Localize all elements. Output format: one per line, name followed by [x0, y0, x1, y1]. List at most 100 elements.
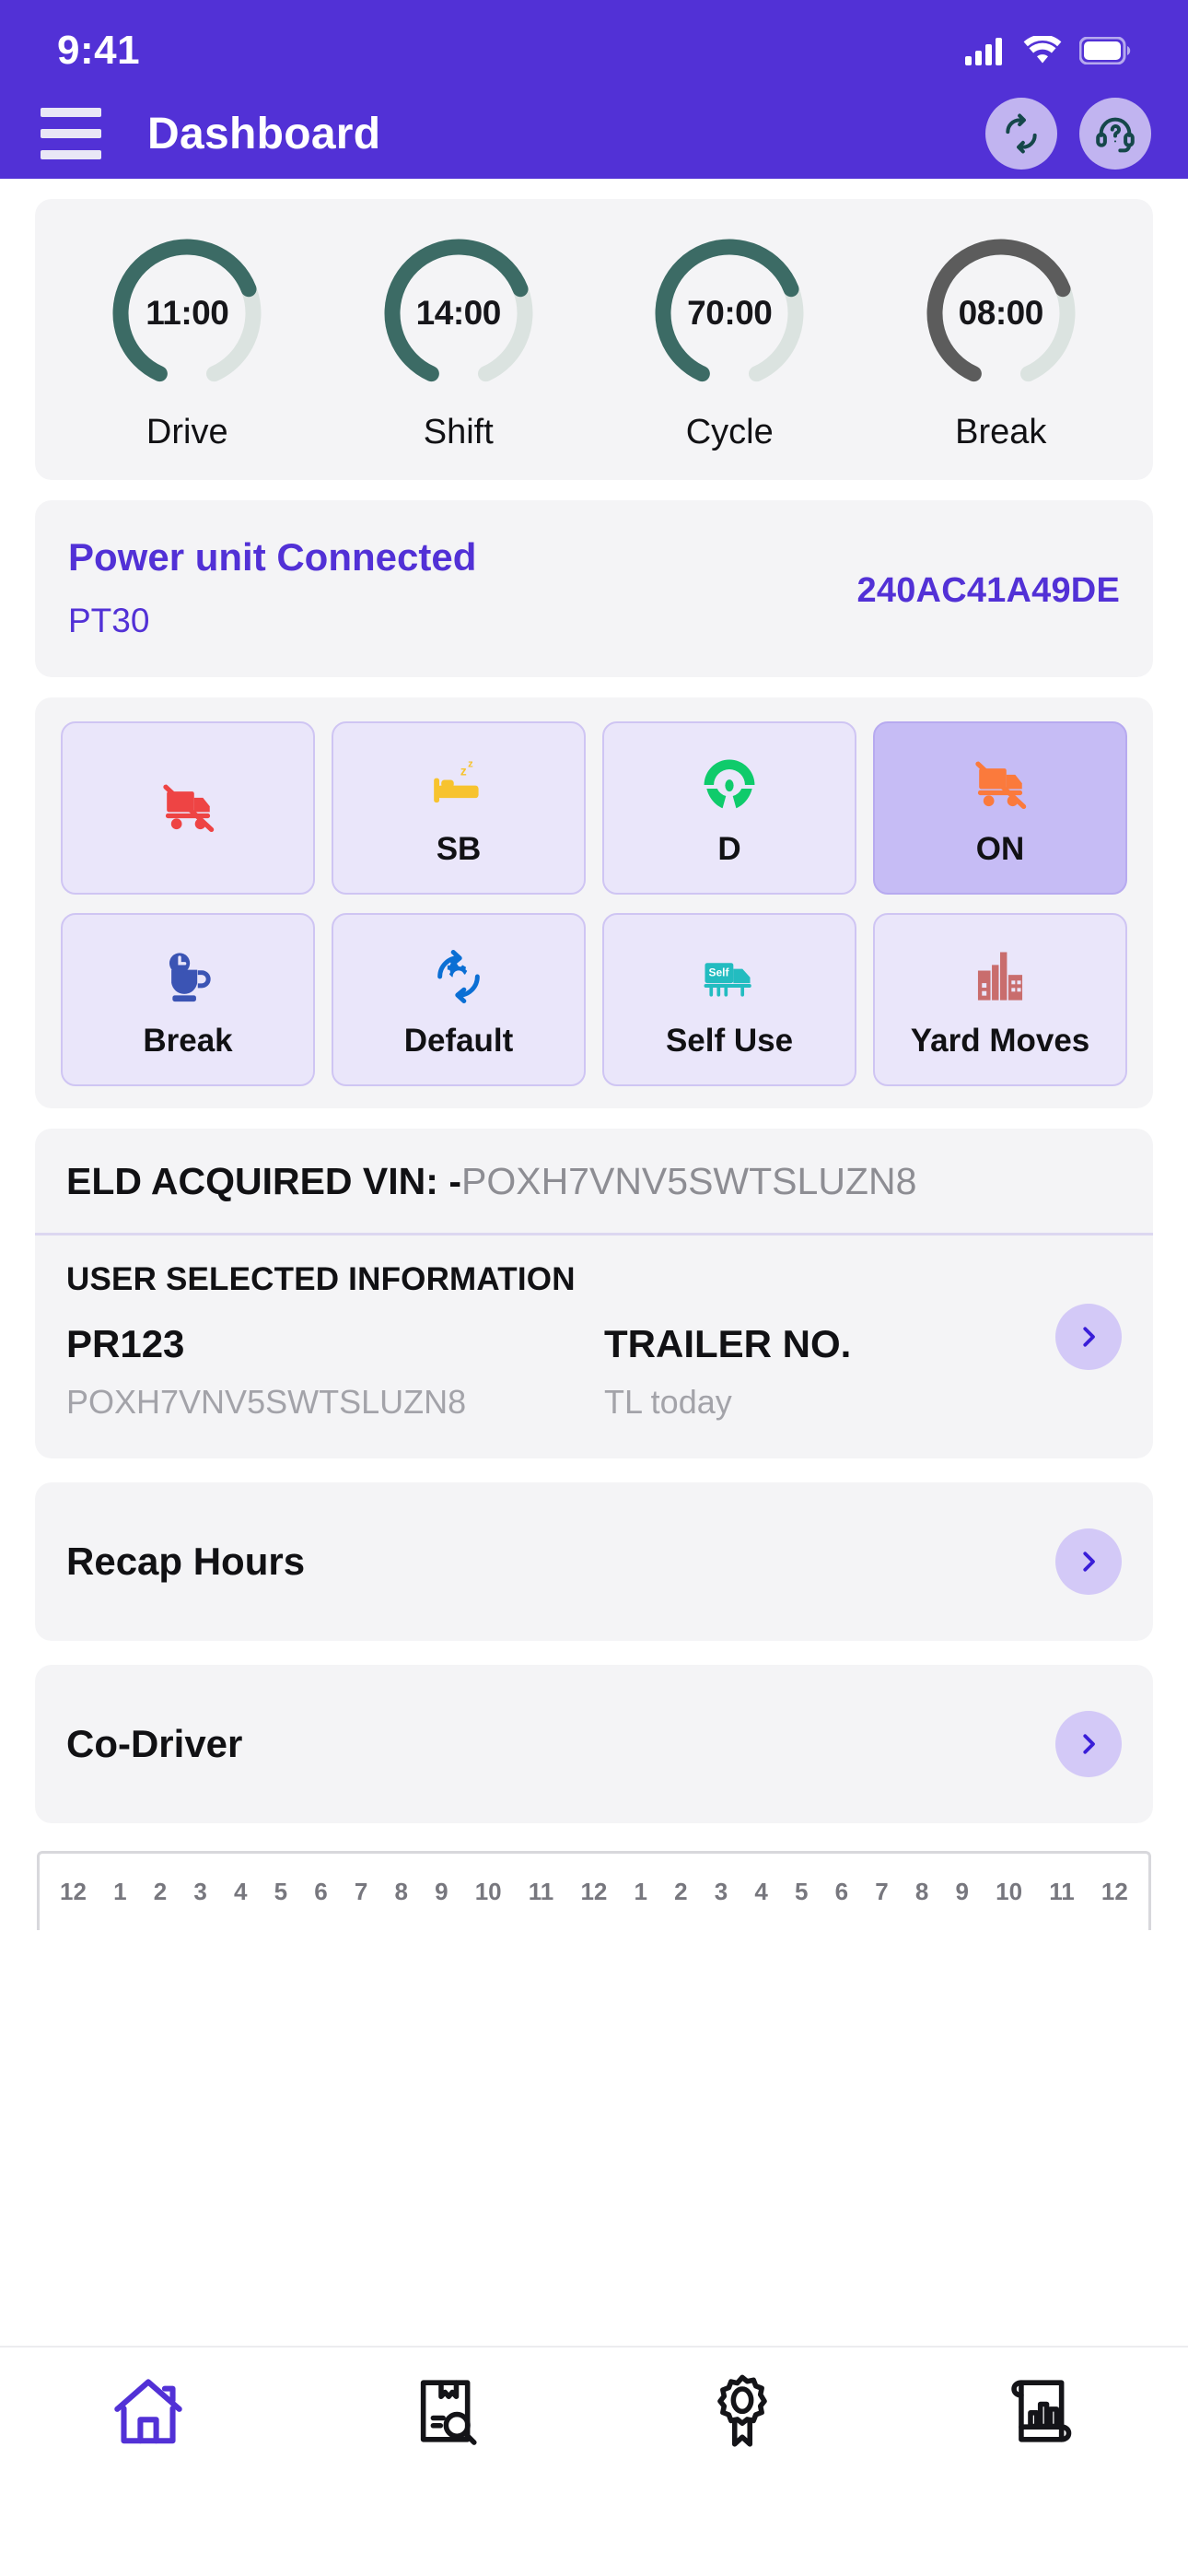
duty-label: Default: [403, 1023, 514, 1059]
duty-icon: [966, 748, 1034, 822]
duty-yard-moves[interactable]: Yard Moves: [873, 913, 1127, 1086]
gauge-label: Cycle: [685, 413, 774, 451]
duty-sb[interactable]: z z SB: [332, 721, 586, 895]
status-bar: 9:41: [0, 0, 1188, 88]
ruler-tick: 11: [528, 1878, 554, 1905]
nav-row-label: Recap Hours: [66, 1540, 306, 1583]
status-bar-time: 9:41: [57, 28, 141, 73]
award-ribbon-icon: [717, 2374, 768, 2447]
gauge-label: Shift: [423, 413, 494, 451]
ruler-tick: 9: [955, 1878, 969, 1905]
gauge-break: 08:00 Break: [870, 232, 1131, 452]
ruler-tick: 4: [233, 1878, 248, 1905]
cellular-signal-icon: [965, 38, 1002, 65]
duty-icon: [154, 757, 222, 859]
chevron-right-icon: [1083, 1551, 1095, 1572]
duty-status-row-1: z z SB D ON: [61, 721, 1127, 895]
duty-icon: Self: [695, 940, 763, 1013]
svg-text:z: z: [460, 765, 467, 779]
ruler-tick: 5: [795, 1878, 809, 1905]
gauge-ring: 11:00: [106, 232, 268, 394]
trailer-no-label: TRAILER NO.: [604, 1322, 852, 1365]
wifi-icon: [1023, 36, 1062, 64]
duty-icon: [695, 748, 763, 822]
co-driver-row[interactable]: Co-Driver: [35, 1665, 1153, 1823]
duty-label: Self Use: [665, 1023, 794, 1059]
ruler-tick: 8: [914, 1878, 929, 1905]
gauge-label: Break: [955, 413, 1047, 451]
time-ruler[interactable]: 12 1 2 3 4 5 6 7 8 9 10 11 12 1 2 3 4 5 6 7 8 9 10 11 12: [37, 1851, 1151, 1930]
document-search-icon: [420, 2380, 477, 2445]
ruler-tick: 3: [714, 1878, 728, 1905]
eld-vin-row: ELD ACQUIRED VIN: -POXH7VNV5SWTSLUZN8: [35, 1129, 1153, 1235]
duty-label: SB: [436, 831, 482, 867]
home-icon: [114, 2379, 182, 2444]
orange-truck-on-duty-icon: [975, 761, 1027, 810]
duty-icon: [154, 940, 222, 1013]
support-button[interactable]: [1079, 98, 1151, 170]
gauge-label: Drive: [146, 413, 228, 451]
green-steering-wheel-icon: [704, 759, 755, 809]
duty-label: Yard Moves: [910, 1023, 1090, 1059]
duty-icon: zz: [425, 748, 493, 822]
trailer-details-button[interactable]: [1055, 1304, 1122, 1370]
duty-label: D: [717, 831, 741, 867]
svg-text:z: z: [468, 758, 473, 769]
duty-status-row-2: Break Default Self Self Use Yard Moves: [61, 913, 1127, 1086]
ruler-tick: 6: [314, 1878, 328, 1905]
gauge-ring: 14:00: [378, 232, 540, 394]
gauge-drive: 11:00 Drive: [57, 232, 318, 452]
gauge-value: 11:00: [146, 294, 229, 332]
refresh-sync-icon: [1006, 113, 1037, 154]
gauge-value: 08:00: [958, 294, 1044, 332]
gauge-shift: 14:00 Shift: [328, 232, 588, 452]
duty-icon: [425, 940, 493, 1013]
duty-off[interactable]: [61, 721, 315, 895]
recap-hours-row[interactable]: Recap Hours: [35, 1482, 1153, 1641]
nav-row-chevron-button[interactable]: [1055, 1711, 1122, 1777]
log-timeline[interactable]: 12 1 2 3 4 5 6 7 8 9 10 11 12 1 2 3 4 5 6 7 8 9 10 11 12: [35, 1851, 1153, 1930]
gauge-value: 70:00: [687, 294, 773, 332]
ruler-tick: 7: [354, 1878, 368, 1905]
ruler-tick: 12: [60, 1878, 87, 1905]
duty-self-use[interactable]: Self Self Use: [602, 913, 856, 1086]
red-factory-yard-icon: [977, 952, 1023, 1001]
status-bar-indicators: [965, 23, 1131, 65]
nav-row-chevron-button[interactable]: [1055, 1528, 1122, 1595]
duty-break[interactable]: Break: [61, 913, 315, 1086]
ruler-tick: 9: [435, 1878, 448, 1905]
teal-self-use-truck-icon: Self: [704, 963, 751, 997]
vehicle-info-card: ELD ACQUIRED VIN: -POXH7VNV5SWTSLUZN8 US…: [35, 1129, 1153, 1458]
power-unit-vin: POXH7VNV5SWTSLUZN8: [66, 1383, 467, 1421]
nav-reports[interactable]: [891, 2371, 1188, 2451]
eld-vin-label: ELD ACQUIRED VIN: -: [66, 1160, 461, 1202]
dashboard-content: 11:00 Drive 14:00 Shift 70:00 Cycle 08:00 Break…: [0, 199, 1188, 1930]
user-selected-info-title: USER SELECTED INFORMATION: [66, 1261, 576, 1297]
chevron-right-icon: [1083, 1734, 1095, 1754]
hamburger-menu-icon[interactable]: [41, 108, 101, 159]
power-unit-card[interactable]: Power unit Connected PT30 240AC41A49DE: [35, 500, 1153, 677]
time-ruler-ticks: 12 1 2 3 4 5 6 7 8 9 10 11 12 1 2 3 4 5 6 7 8 9 10 11 12: [60, 1878, 1128, 1906]
duty-on[interactable]: ON: [873, 721, 1127, 895]
nav-home[interactable]: [0, 2371, 297, 2451]
ruler-tick: 8: [394, 1878, 408, 1905]
refresh-button[interactable]: [985, 98, 1057, 170]
nav-certify[interactable]: [594, 2371, 891, 2451]
nav-inspection[interactable]: [297, 2371, 595, 2451]
duty-drive[interactable]: D: [602, 721, 856, 895]
trailer-no-value: TL today: [604, 1383, 732, 1421]
yellow-sleeper-bed-icon: zz: [434, 758, 479, 803]
gauge-cycle: 70:00 Cycle: [600, 232, 860, 452]
red-truck-off-duty-icon: [163, 784, 215, 833]
report-scroll-icon: [1011, 2380, 1072, 2442]
ruler-tick: 12: [1101, 1878, 1128, 1905]
ruler-tick: 6: [834, 1878, 849, 1905]
ruler-tick: 2: [153, 1878, 168, 1905]
duty-default[interactable]: Default: [332, 913, 586, 1086]
ruler-tick: 3: [193, 1878, 207, 1905]
ruler-tick: 5: [274, 1878, 288, 1905]
gauge-ring: 08:00: [920, 232, 1082, 394]
page-title: Dashboard: [147, 109, 381, 158]
app-bar: Dashboard: [0, 88, 1188, 179]
duty-icon: [966, 940, 1034, 1013]
